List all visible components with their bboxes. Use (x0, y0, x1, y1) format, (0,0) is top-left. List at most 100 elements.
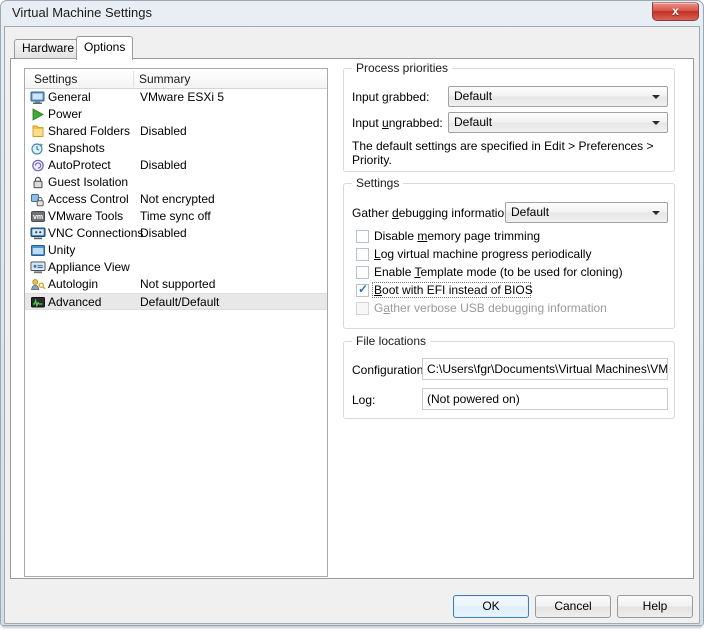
column-header-summary[interactable]: Summary (139, 72, 190, 86)
virtual-machine-settings-dialog: Virtual Machine Settings x Hardware Opti… (0, 0, 704, 630)
settings-list-rows: General VMware ESXi 5 Power Shared Folde… (25, 89, 327, 310)
list-item-label: Advanced (48, 295, 102, 309)
list-item-label: Snapshots (48, 141, 105, 155)
list-item-label: General (48, 90, 91, 104)
chevron-down-icon (652, 95, 660, 99)
list-item-label: VMware Tools (48, 209, 124, 223)
configuration-path-value: C:\Users\fgr\Documents\Virtual Machines\… (427, 362, 668, 376)
list-item-snapshots[interactable]: Snapshots (25, 140, 327, 157)
list-item-summary: Time sync off (140, 209, 211, 223)
cancel-button[interactable]: Cancel (535, 595, 611, 618)
list-item-label: Guest Isolation (48, 175, 129, 189)
list-item-label: VNC Connections (48, 226, 144, 240)
folder-yellow-icon (30, 124, 46, 139)
list-item-autologin[interactable]: Autologin Not supported (25, 276, 327, 293)
settings-list-header: Settings Summary (25, 69, 327, 89)
log-path-value: (Not powered on) (427, 392, 520, 406)
tab-options[interactable]: Options (76, 36, 134, 60)
list-item-access-control[interactable]: Access Control Not encrypted (25, 191, 327, 208)
play-green-icon (30, 107, 46, 122)
list-item-autoprotect[interactable]: AutoProtect Disabled (25, 157, 327, 174)
window-title: Virtual Machine Settings (12, 5, 152, 20)
list-item-vmware-tools[interactable]: vm VMware Tools Time sync off (25, 208, 327, 225)
settings-group-title: Settings (352, 176, 404, 190)
list-item-summary: Disabled (140, 124, 187, 138)
help-button[interactable]: Help (617, 595, 693, 618)
list-item-label: Power (48, 107, 83, 121)
input-grabbed-dropdown[interactable]: Default (448, 86, 668, 107)
checkbox-box[interactable]: ✓ (356, 282, 369, 297)
close-icon[interactable]: x (652, 2, 699, 21)
appliance-view-icon (30, 260, 46, 275)
gather-debugging-dropdown[interactable]: Default (505, 202, 668, 223)
list-item-advanced[interactable]: Advanced Default/Default (25, 293, 327, 310)
checkbox-label: Log virtual machine progress periodicall… (374, 247, 592, 261)
file-locations-title: File locations (352, 334, 431, 348)
configuration-label: Configuration: (352, 363, 427, 377)
file-locations-group: File locations Configuration: C:\Users\f… (343, 334, 675, 419)
list-item-summary: Disabled (140, 226, 187, 240)
check-mark-icon: ✓ (358, 282, 369, 296)
unity-window-icon (30, 243, 46, 258)
advanced-chart-icon (30, 295, 46, 310)
log-path-field[interactable]: (Not powered on) (422, 388, 668, 410)
vmware-tools-icon: vm (30, 209, 46, 224)
list-item-summary: Not encrypted (140, 192, 215, 206)
settings-list[interactable]: Settings Summary General VMware ESXi 5 P… (24, 68, 328, 577)
checkbox-box[interactable] (356, 248, 369, 261)
monitor-icon (30, 90, 46, 105)
input-grabbed-value: Default (454, 89, 493, 103)
list-item-label: AutoProtect (48, 158, 111, 172)
list-item-label: Unity (48, 243, 76, 257)
checkbox-label: Gather verbose USB debugging information (374, 301, 607, 315)
configuration-path-field[interactable]: C:\Users\fgr\Documents\Virtual Machines\… (422, 358, 668, 380)
lock-icon (30, 175, 46, 190)
input-grabbed-label: Input grabbed: (352, 90, 430, 104)
list-item-summary: Not supported (140, 277, 216, 291)
input-ungrabbed-dropdown[interactable]: Default (448, 112, 668, 133)
tab-hardware[interactable]: Hardware (14, 39, 83, 58)
checkbox-label: Boot with EFI instead of BIOS (374, 283, 533, 297)
svg-text:vm: vm (33, 214, 43, 221)
list-item-shared-folders[interactable]: Shared Folders Disabled (25, 123, 327, 140)
chevron-down-icon (652, 211, 660, 215)
checkbox-box[interactable] (356, 266, 369, 279)
list-item-label: Appliance View (48, 260, 130, 274)
gather-debugging-label: Gather debugging information: (352, 206, 515, 220)
list-item-label: Access Control (48, 192, 129, 206)
list-item-vnc-connections[interactable]: VNC Connections Disabled (25, 225, 327, 242)
list-item-label: Shared Folders (48, 124, 131, 138)
title-bar[interactable]: Virtual Machine Settings x (1, 1, 703, 26)
checkbox-box[interactable] (356, 230, 369, 243)
list-item-power[interactable]: Power (25, 106, 327, 123)
process-priorities-title: Process priorities (352, 61, 453, 75)
snapshot-clock-icon (30, 141, 46, 156)
dialog-button-bar: OK Cancel Help (1, 585, 703, 625)
list-item-label: Autologin (48, 277, 99, 291)
checkbox-label: Enable Template mode (to be used for clo… (374, 265, 623, 279)
log-label: Log: (352, 393, 376, 407)
window-drop-shadow (2, 626, 702, 629)
column-divider (133, 71, 134, 87)
process-priorities-group: Process priorities Input grabbed: Defaul… (343, 61, 675, 172)
column-header-settings[interactable]: Settings (34, 72, 77, 86)
autologin-key-icon (30, 277, 46, 292)
vnc-monitor-icon (30, 226, 46, 241)
priority-note-line2: Priority. (352, 153, 392, 167)
ok-button[interactable]: OK (453, 595, 529, 618)
input-ungrabbed-label: Input ungrabbed: (352, 116, 443, 130)
checkbox-box (356, 302, 369, 315)
list-item-summary: Disabled (140, 158, 187, 172)
settings-group: Settings Gather debugging information: D… (343, 176, 675, 329)
priority-note-line1: The default settings are specified in Ed… (352, 139, 654, 153)
list-item-summary: VMware ESXi 5 (140, 90, 225, 104)
list-item-guest-isolation[interactable]: Guest Isolation (25, 174, 327, 191)
checkbox-label: Disable memory page trimming (374, 229, 541, 243)
access-control-icon (30, 192, 46, 207)
list-item-summary: Default/Default (140, 295, 220, 309)
chevron-down-icon (652, 121, 660, 125)
list-item-unity[interactable]: Unity (25, 242, 327, 259)
list-item-appliance-view[interactable]: Appliance View (25, 259, 327, 276)
input-ungrabbed-value: Default (454, 115, 493, 129)
list-item-general[interactable]: General VMware ESXi 5 (25, 89, 327, 106)
